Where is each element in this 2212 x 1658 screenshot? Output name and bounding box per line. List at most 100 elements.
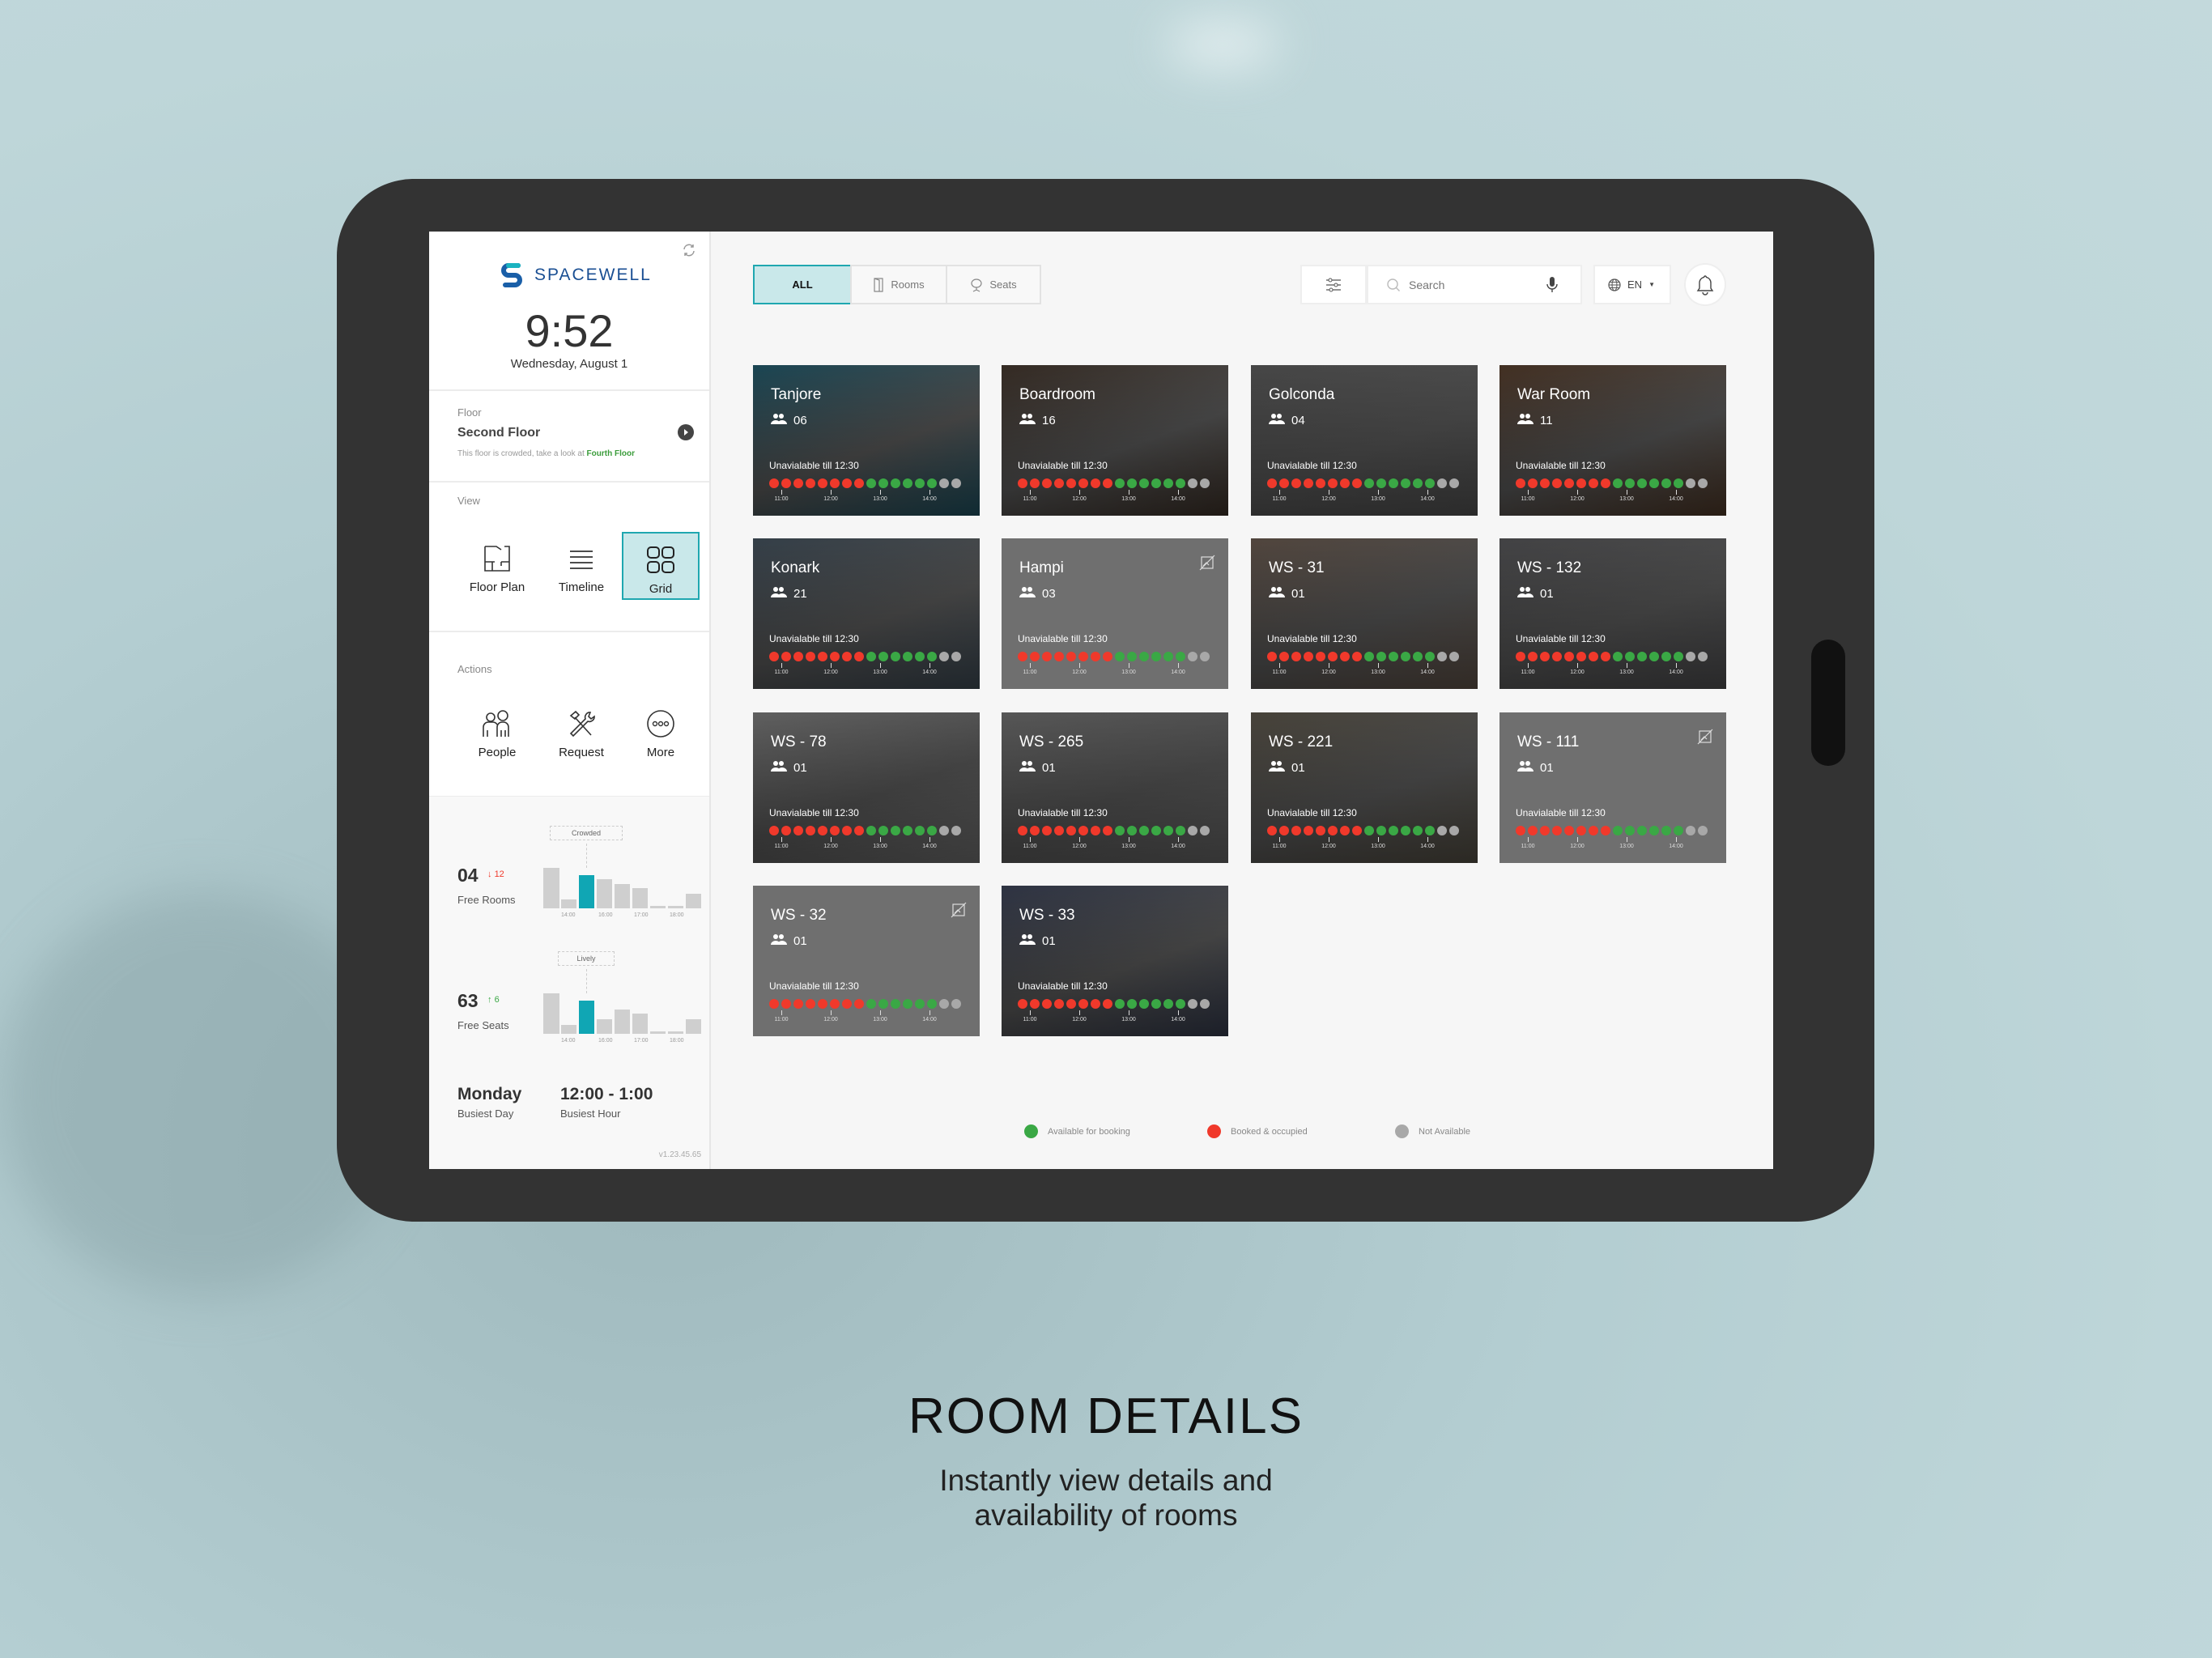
stat-bar-chart: Lively 14:00 16:00 17:00 18:00	[543, 951, 703, 1044]
slot-booked	[818, 652, 827, 661]
chair-icon	[971, 278, 982, 292]
tab-rooms[interactable]: Rooms	[850, 265, 947, 304]
slot-available	[891, 999, 900, 1009]
slot-booked	[1279, 826, 1289, 835]
room-card[interactable]: WS - 265 01 Unavialable till 12:30 11:00 12:…	[1002, 712, 1228, 863]
room-capacity-value: 11	[1540, 413, 1553, 427]
timeline-tick-label: 14:00	[1664, 490, 1688, 502]
arrow-down-icon: ↓	[487, 869, 495, 879]
slot-booked	[1340, 826, 1350, 835]
chart-bar	[668, 905, 683, 908]
chart-tick-label: 14:00	[561, 912, 576, 918]
room-status: Unavialable till 12:30	[769, 807, 859, 818]
room-capacity: 06	[771, 413, 807, 427]
timeline-ticks: 11:00 12:00 13:00 14:00	[1516, 837, 1713, 853]
timeline-tick-label: 11:00	[1018, 1010, 1042, 1022]
chart-bar	[668, 1031, 683, 1034]
room-card[interactable]: Golconda 04 Unavialable till 12:30 11:00 12:…	[1251, 365, 1478, 516]
slot-booked	[1054, 652, 1064, 661]
slot-available	[1139, 826, 1149, 835]
room-card[interactable]: Konark 21 Unavialable till 12:30 11:00 12:00…	[753, 538, 980, 689]
room-card[interactable]: WS - 111 01 Unavialable till 12:30 11:00 12:…	[1499, 712, 1726, 863]
room-card[interactable]: Boardroom 16 Unavialable till 12:30 11:00 12…	[1002, 365, 1228, 516]
availability-timeline	[1267, 652, 1459, 661]
view-timeline-button[interactable]: Timeline	[542, 532, 620, 600]
slot-booked	[1564, 652, 1574, 661]
slot-booked	[1304, 826, 1313, 835]
timeline-tick-label: 12:00	[1317, 663, 1341, 675]
stat-label: Free Seats	[457, 1019, 509, 1031]
view-grid-button[interactable]: Grid	[622, 532, 700, 600]
room-status: Unavialable till 12:30	[1516, 460, 1606, 471]
slot-booked	[1540, 826, 1550, 835]
room-card[interactable]: Hampi 03 Unavialable till 12:30 11:00 12:00 1…	[1002, 538, 1228, 689]
room-name: WS - 31	[1269, 559, 1325, 576]
room-card[interactable]: WS - 78 01 Unavialable till 12:30 11:00 12:0…	[753, 712, 980, 863]
slot-not-available	[1200, 826, 1210, 835]
slot-booked	[1328, 478, 1338, 488]
slot-available	[891, 826, 900, 835]
slot-available	[927, 478, 937, 488]
slot-available	[1163, 478, 1173, 488]
slot-booked	[1576, 478, 1586, 488]
search-input[interactable]	[1409, 278, 1538, 291]
availability-timeline	[1018, 999, 1210, 1009]
actions-label: Actions	[457, 663, 492, 675]
slot-available	[1176, 999, 1185, 1009]
room-status: Unavialable till 12:30	[769, 633, 859, 644]
chart-bar	[615, 883, 630, 908]
legend-item: Booked & occupied	[1207, 1124, 1308, 1138]
request-button[interactable]: Request	[542, 697, 620, 765]
slot-not-available	[951, 999, 961, 1009]
room-card[interactable]: WS - 31 01 Unavialable till 12:30 11:00 12:0…	[1251, 538, 1478, 689]
legend-dot-available	[1024, 1124, 1038, 1138]
tag-connector	[586, 969, 587, 993]
people-button[interactable]: People	[458, 697, 536, 765]
slot-booked	[1552, 652, 1562, 661]
slot-booked	[1291, 478, 1301, 488]
slot-booked	[1340, 478, 1350, 488]
chart-tick-label: 17:00	[634, 1038, 649, 1044]
timeline-tick-label: 12:00	[1565, 837, 1589, 849]
refresh-icon[interactable]	[682, 243, 696, 257]
chart-bar	[686, 893, 701, 908]
tab-seats[interactable]: Seats	[946, 265, 1041, 304]
chart-bar	[632, 1013, 648, 1034]
view-floor-plan-button[interactable]: Floor Plan	[458, 532, 536, 600]
availability-timeline	[1018, 652, 1210, 661]
availability-timeline	[769, 478, 961, 488]
floor-name[interactable]: Second Floor	[457, 426, 540, 440]
timeline-tick-label: 13:00	[868, 663, 892, 675]
slot-booked	[818, 478, 827, 488]
room-capacity: 01	[771, 760, 807, 775]
room-card[interactable]: WS - 32 01 Unavialable till 12:30 11:00 12:0…	[753, 886, 980, 1036]
language-select[interactable]: EN ▼	[1593, 265, 1671, 304]
slot-booked	[1091, 478, 1100, 488]
chart-bar	[543, 868, 559, 908]
room-card[interactable]: Tanjore 06 Unavialable till 12:30 11:00 12:0…	[753, 365, 980, 516]
slot-available	[1389, 652, 1398, 661]
notifications-button[interactable]	[1684, 263, 1726, 306]
tab-all[interactable]: ALL	[753, 265, 852, 304]
timeline-tick-label: 13:00	[1117, 663, 1141, 675]
room-card[interactable]: WS - 132 01 Unavialable till 12:30 11:00 12:…	[1499, 538, 1726, 689]
more-button[interactable]: More	[622, 697, 700, 765]
floor-next-icon[interactable]	[678, 424, 694, 440]
slot-available	[1176, 652, 1185, 661]
room-capacity: 03	[1019, 586, 1056, 601]
fourth-floor-link[interactable]: Fourth Floor	[587, 449, 635, 458]
people-icon	[1019, 586, 1036, 601]
search-field[interactable]	[1367, 265, 1582, 304]
slot-available	[915, 478, 925, 488]
microphone-icon[interactable]	[1546, 276, 1558, 294]
room-card[interactable]: WS - 221 01 Unavialable till 12:30 11:00 12:…	[1251, 712, 1478, 863]
slot-booked	[1601, 826, 1610, 835]
room-card[interactable]: War Room 11 Unavialable till 12:30 11:00 12:…	[1499, 365, 1726, 516]
slot-available	[1163, 999, 1173, 1009]
slot-available	[1376, 826, 1386, 835]
slot-booked	[830, 652, 840, 661]
room-card[interactable]: WS - 33 01 Unavialable till 12:30 11:00 12:0…	[1002, 886, 1228, 1036]
background-light	[1166, 24, 1279, 65]
filter-button[interactable]	[1300, 265, 1367, 304]
timeline-ticks: 11:00 12:00 13:00 14:00	[1018, 663, 1215, 679]
